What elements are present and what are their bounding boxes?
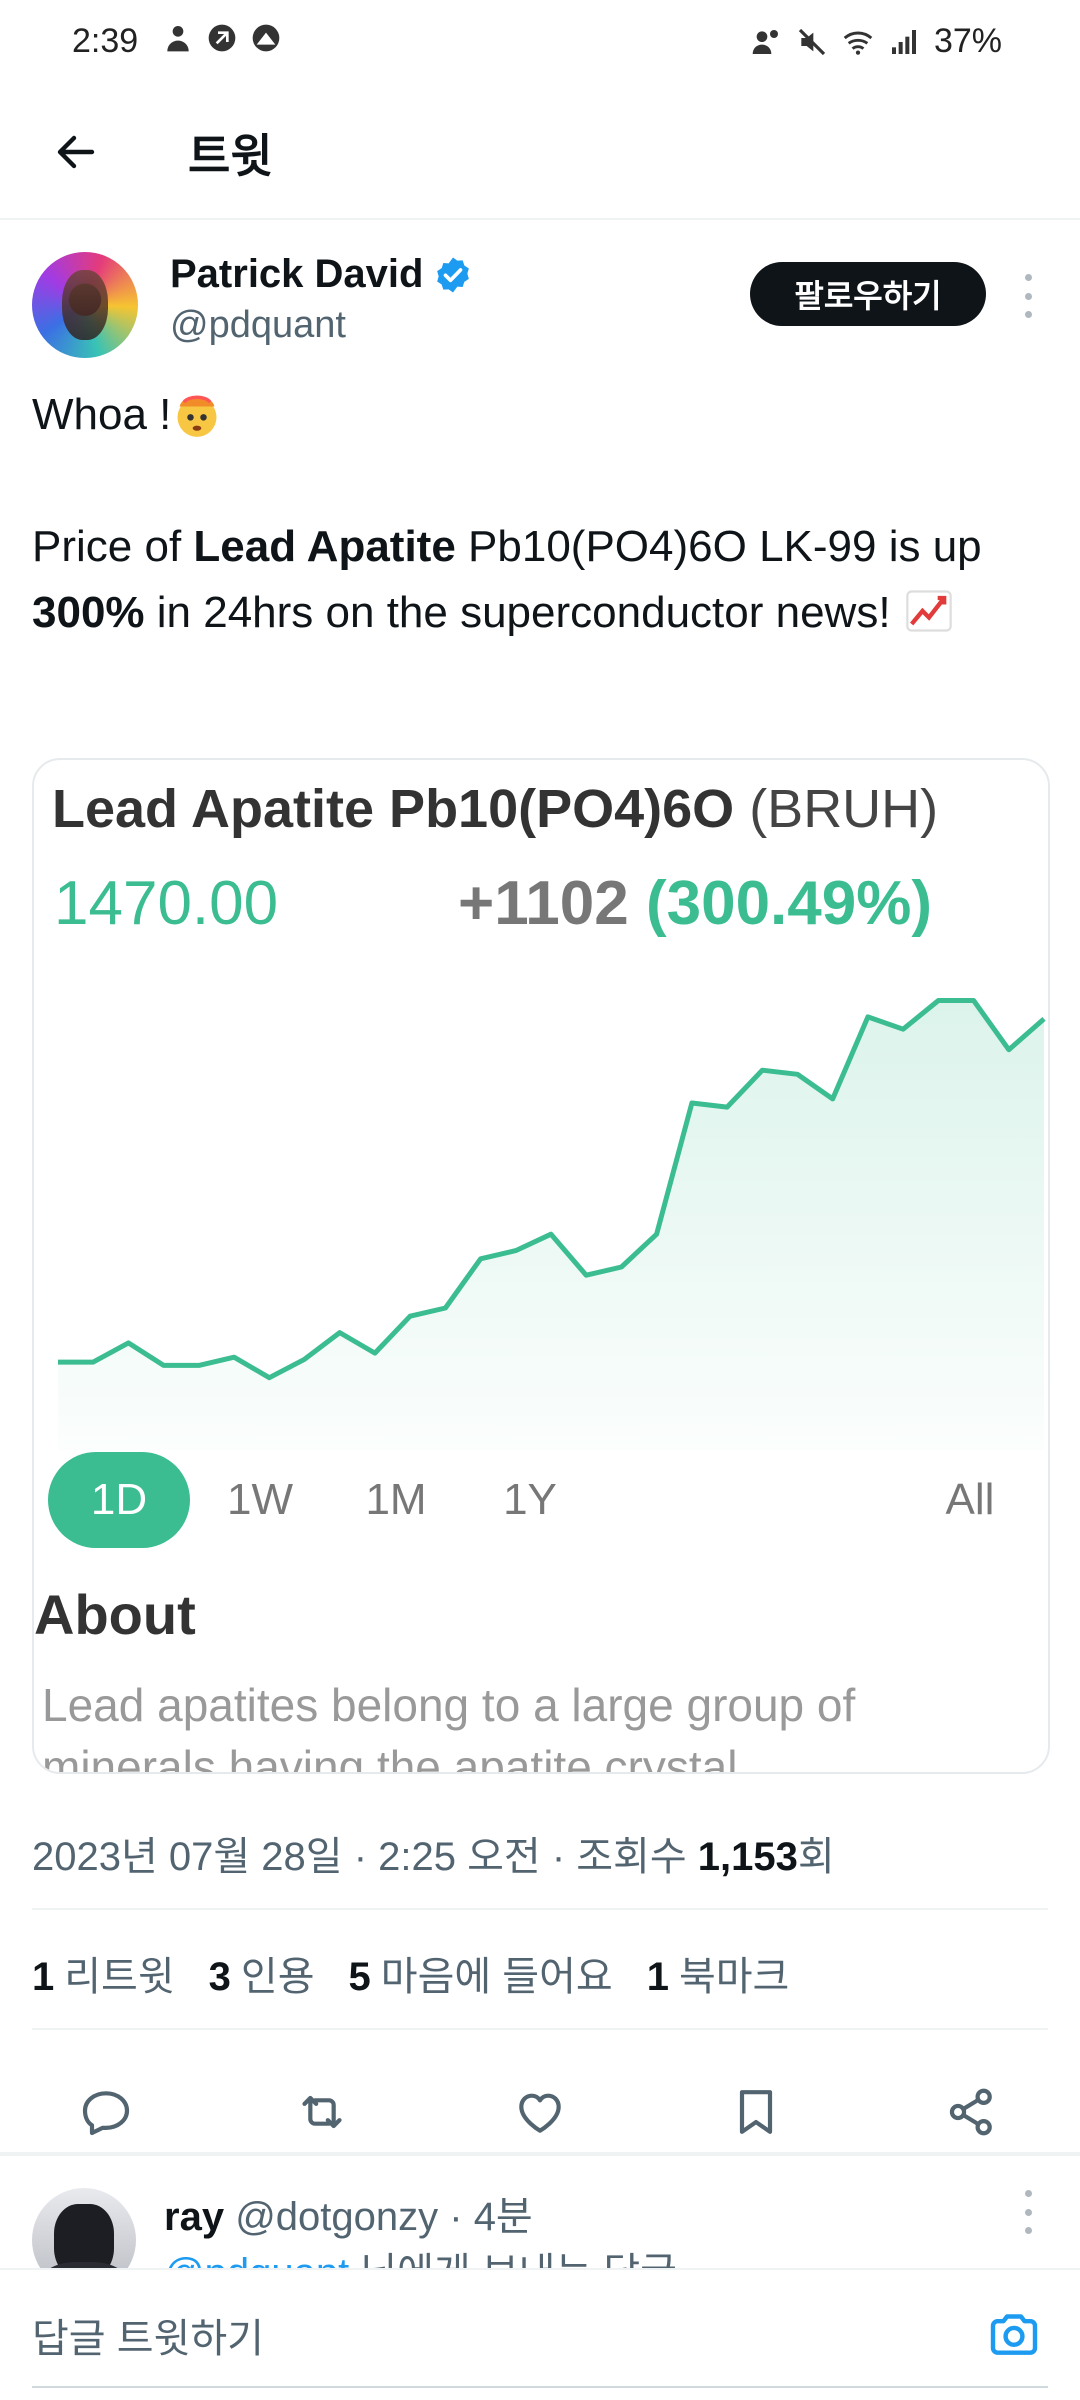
status-bar: 2:39 37%: [0, 0, 1080, 86]
reply-composer: 답글 트윗하기: [0, 2268, 1080, 2400]
author-name[interactable]: Patrick David: [170, 252, 423, 297]
card-price: 1470.00: [54, 869, 279, 938]
camera-button[interactable]: [982, 2302, 1046, 2366]
like-count-stat[interactable]: 5 마음에 들어요: [349, 1944, 613, 2002]
like-button[interactable]: [508, 2080, 572, 2144]
back-button[interactable]: [40, 116, 112, 188]
chart-area: [58, 1000, 1044, 1450]
price-chart: [58, 998, 1046, 1450]
verified-badge-icon: [437, 257, 470, 292]
reply-input[interactable]: 답글 트윗하기: [32, 2306, 264, 2364]
exploding-head-emoji-icon: [177, 395, 217, 437]
about-text: Lead apatites belong to a large group of…: [42, 1679, 856, 1774]
top-app-bar: 트윗: [0, 86, 1080, 220]
range-all[interactable]: All: [908, 1452, 1032, 1548]
status-notification-icons: [162, 22, 282, 54]
divider: [32, 2028, 1048, 2030]
tweet-more-button[interactable]: [1010, 268, 1046, 324]
bookmark-button[interactable]: [724, 2080, 788, 2144]
view-count: 1,153: [697, 1835, 798, 1879]
follow-button[interactable]: 팔로우하기: [750, 262, 986, 326]
author-name-row[interactable]: Patrick David: [170, 252, 473, 297]
tweet-line-1: Whoa !: [32, 382, 1052, 448]
retweet-count-stat[interactable]: 1 리트윗: [32, 1944, 175, 2002]
notification-mountain-icon: [252, 24, 280, 52]
page-title: 트윗: [188, 130, 273, 182]
status-time: 2:39: [72, 22, 139, 60]
tweet-body: Price of Lead Apatite Pb10(PO4)6O LK-99 …: [32, 522, 982, 637]
mute-icon: [798, 28, 826, 55]
status-system-icons: 37%: [750, 22, 1002, 61]
about-heading: About: [34, 1583, 196, 1646]
range-1y[interactable]: 1Y: [468, 1452, 592, 1548]
reply-more-button[interactable]: [1010, 2184, 1046, 2240]
wifi-icon: [843, 31, 873, 55]
tweet-timestamp: 2023년 07월 28일 · 2:25 오전 · 조회수 1,153회: [32, 1835, 835, 1879]
reply-author-name: ray: [164, 2195, 225, 2239]
range-1d[interactable]: 1D: [48, 1452, 190, 1548]
reply-author-handle: @dotgonzy: [235, 2195, 439, 2239]
signal-icon: [891, 29, 916, 54]
retweet-button[interactable]: [290, 2080, 354, 2144]
tweet-stats: 1 리트윗 3 인용 5 마음에 들어요 1 북마크: [32, 1944, 789, 2002]
stock-card-image[interactable]: Lead Apatite Pb10(PO4)6O (BRUH) 1470.00 …: [32, 758, 1050, 1774]
range-1w[interactable]: 1W: [198, 1452, 322, 1548]
notification-person-icon: [167, 26, 189, 52]
reply-button[interactable]: [74, 2080, 138, 2144]
quote-count-stat[interactable]: 3 인용: [209, 1944, 315, 2002]
range-1m[interactable]: 1M: [334, 1452, 458, 1548]
bookmark-icon: [739, 2090, 773, 2134]
card-change: +1102 (300.49%): [458, 869, 933, 938]
composer-underline: [32, 2386, 1048, 2388]
share-button[interactable]: [940, 2080, 1004, 2144]
battery-percent: 37%: [933, 22, 1002, 60]
back-arrow-icon: [57, 135, 95, 169]
reply-icon: [82, 2091, 130, 2136]
retweet-icon: [302, 2095, 342, 2129]
card-title: Lead Apatite Pb10(PO4)6O (BRUH): [52, 779, 939, 839]
chart-increasing-emoji-icon: [906, 590, 952, 632]
reply-time: · 4분: [438, 2195, 533, 2239]
camera-icon: [990, 2314, 1038, 2355]
heart-icon: [519, 2093, 561, 2133]
tweet-text: Whoa ! Price of Lead Apatite Pb10(PO4)6O…: [32, 382, 1052, 646]
reply-header[interactable]: ray @dotgonzy · 4분: [164, 2184, 533, 2242]
user-sharing-icon: [752, 29, 778, 54]
author-handle[interactable]: @pdquant: [170, 304, 346, 347]
divider: [32, 1908, 1048, 1910]
notification-app-icon: [208, 24, 236, 52]
share-icon: [949, 2088, 992, 2136]
range-selector: 1D 1W 1M 1Y All: [48, 1452, 1038, 1548]
bookmark-count-stat[interactable]: 1 북마크: [647, 1944, 790, 2002]
author-avatar[interactable]: [32, 252, 138, 358]
section-separator: [0, 2152, 1080, 2156]
